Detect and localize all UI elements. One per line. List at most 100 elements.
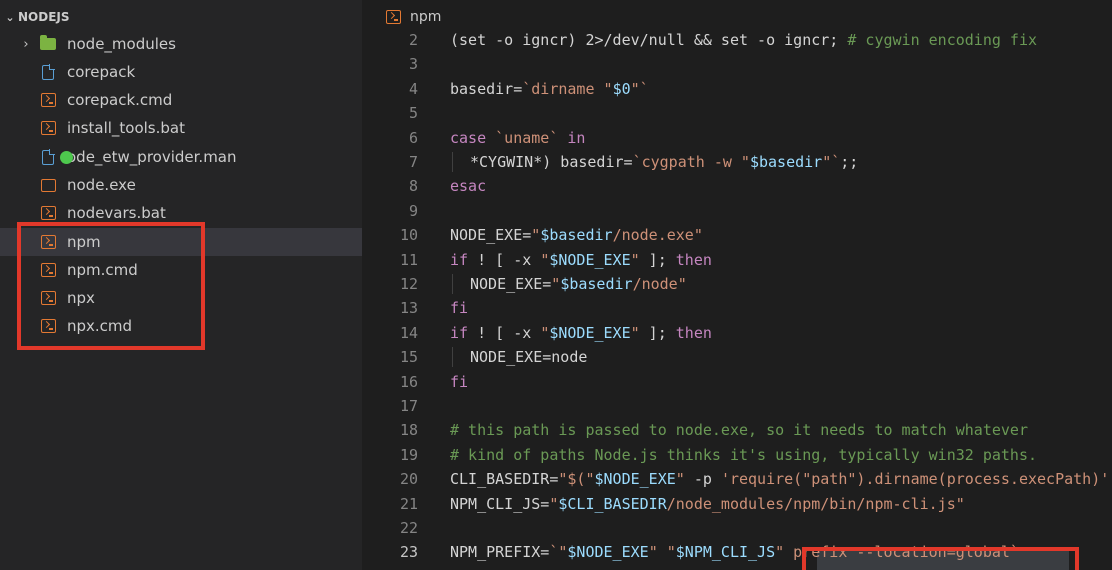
tree-item-label: npm.cmd xyxy=(67,261,138,279)
code-text: NODE_EXE="$basedir/node.exe" xyxy=(450,226,703,244)
code-token: -p xyxy=(684,470,721,489)
code-token: $CLI_BASEDIR xyxy=(558,494,667,513)
code-token: $0 xyxy=(612,79,631,98)
tree-item[interactable]: install_tools.bat xyxy=(0,114,362,142)
code-token: NPM_PREFIX= xyxy=(450,543,550,562)
line-number: 19 xyxy=(399,445,418,464)
code-line[interactable]: 5 xyxy=(362,101,1112,125)
tree-item[interactable]: ode_etw_provider.man xyxy=(0,143,362,171)
tab-label: npm xyxy=(410,9,442,25)
code-line[interactable]: 4 basedir=`dirname "$0"` xyxy=(362,77,1112,101)
line-number: 8 xyxy=(408,177,418,196)
code-text: if ! [ -x "$NODE_EXE" ]; then xyxy=(450,251,712,269)
code-token: ;; xyxy=(840,153,859,171)
code-text: esac xyxy=(450,177,486,195)
code-token: fi xyxy=(450,299,469,318)
code-line[interactable]: 20 CLI_BASEDIR="$("$NODE_EXE" -p 'require… xyxy=(362,467,1112,491)
code-token: # this path is passed to node.exe, so it… xyxy=(450,421,1028,440)
code-token: then xyxy=(675,323,712,342)
tree-item[interactable]: corepack xyxy=(0,58,362,86)
code-token: then xyxy=(675,250,712,269)
section-title: NODEJS xyxy=(18,10,70,24)
code-token: if xyxy=(450,250,469,269)
tree-item-label: npx.cmd xyxy=(67,317,133,335)
code-token: $NODE_EXE xyxy=(567,543,649,562)
code-line[interactable]: 9 xyxy=(362,199,1112,223)
code-line[interactable]: 22 xyxy=(362,516,1112,540)
code-token: $basedir xyxy=(560,275,633,293)
line-number: 3 xyxy=(408,55,418,74)
code-token: in xyxy=(567,128,586,147)
code-token: /node_modules/npm/bin/npm-cli.js" xyxy=(666,494,965,513)
code-line[interactable]: 6 case `uname` in xyxy=(362,126,1112,150)
code-token: case xyxy=(450,128,487,147)
code-token: NPM_CLI_JS= xyxy=(450,494,550,513)
explorer-section-header[interactable]: ⌄ NODEJS xyxy=(0,6,362,28)
code-line[interactable]: 16 fi xyxy=(362,370,1112,394)
indent-guide xyxy=(452,152,453,172)
chevron-right-icon[interactable]: › xyxy=(20,37,32,52)
editor-breadcrumb[interactable]: npm xyxy=(384,6,441,28)
exe-icon xyxy=(39,176,57,194)
line-number: 2 xyxy=(408,31,418,49)
tree-item[interactable]: npm xyxy=(0,228,362,256)
code-line[interactable]: 19 # kind of paths Node.js thinks it's us… xyxy=(362,443,1112,467)
code-text: NODE_EXE="$basedir/node" xyxy=(470,275,687,293)
code-text: NPM_CLI_JS="$CLI_BASEDIR/node_modules/np… xyxy=(450,495,965,513)
code-line[interactable]: 11 if ! [ -x "$NODE_EXE" ]; then xyxy=(362,248,1112,272)
code-line[interactable]: 8 esac xyxy=(362,174,1112,198)
tree-item-label: npx xyxy=(67,289,95,307)
tree-item[interactable]: node.exe xyxy=(0,171,362,199)
code-line[interactable]: 10 NODE_EXE="$basedir/node.exe" xyxy=(362,223,1112,247)
explorer-sidebar: ⌄ NODEJS › node_modules corepack corepack.c… xyxy=(0,0,362,570)
code-editor[interactable]: npm 2 (set -o igncr) 2>/dev/null && set -… xyxy=(362,0,1112,570)
line-number: 4 xyxy=(408,79,418,98)
code-token: " xyxy=(675,470,685,489)
code-token: "` xyxy=(822,153,841,171)
code-line[interactable]: 13 fi xyxy=(362,296,1112,320)
code-line[interactable]: 18 # this path is passed to node.exe, so … xyxy=(362,418,1112,442)
vscode-window: ⌄ NODEJS › node_modules corepack corepack.c… xyxy=(0,0,1112,570)
tree-item-label: nodevars.bat xyxy=(67,204,166,222)
code-line[interactable]: 7 *CYGWIN*) basedir=`cygpath -w "$basedir… xyxy=(362,150,1112,174)
terminal-icon xyxy=(39,204,57,222)
code-token: *CYGWIN*) basedir= xyxy=(470,153,633,171)
code-text: # this path is passed to node.exe, so it… xyxy=(450,421,1028,439)
code-text: basedir=`dirname "$0"` xyxy=(450,80,649,98)
line-number: 11 xyxy=(399,250,418,269)
code-token: `dirname " xyxy=(522,79,613,98)
line-number: 13 xyxy=(399,299,418,318)
code-line[interactable]: 17 xyxy=(362,394,1112,418)
code-token: if xyxy=(450,323,469,342)
terminal-icon xyxy=(39,289,57,307)
line-number: 12 xyxy=(399,275,418,293)
line-number: 17 xyxy=(399,397,418,415)
line-number: 5 xyxy=(408,104,418,123)
code-line[interactable]: 12 NODE_EXE="$basedir/node" xyxy=(362,272,1112,296)
code-token: "` xyxy=(630,79,649,98)
code-line[interactable]: 21 NPM_CLI_JS="$CLI_BASEDIR/node_modules/… xyxy=(362,492,1112,516)
tree-item-label: node.exe xyxy=(67,176,136,194)
code-line[interactable]: 15 NODE_EXE=node xyxy=(362,345,1112,369)
tree-item[interactable]: nodevars.bat xyxy=(0,199,362,227)
tree-item-label: npm xyxy=(67,233,101,251)
line-number: 20 xyxy=(399,470,418,489)
tree-item[interactable]: npx xyxy=(0,284,362,312)
code-line[interactable]: 3 xyxy=(362,52,1112,76)
terminal-icon xyxy=(384,8,402,26)
line-number: 23 xyxy=(399,543,418,562)
code-text: case `uname` in xyxy=(450,129,585,147)
tree-item[interactable]: corepack.cmd xyxy=(0,86,362,114)
line-number: 16 xyxy=(399,372,418,391)
line-number: 10 xyxy=(399,226,418,245)
code-token: # kind of paths Node.js thinks it's usin… xyxy=(450,445,1037,464)
code-line[interactable]: 14 if ! [ -x "$NODE_EXE" ]; then xyxy=(362,321,1112,345)
code-token: /node" xyxy=(632,275,687,293)
terminal-icon xyxy=(39,317,57,335)
code-line[interactable]: 2 (set -o igncr) 2>/dev/null && set -o ig… xyxy=(362,28,1112,52)
tree-item[interactable]: npx.cmd xyxy=(0,312,362,340)
code-line[interactable]: 23 NPM_PREFIX=`"$NODE_EXE" "$NPM_CLI_JS" … xyxy=(362,540,1112,564)
tree-item[interactable]: npm.cmd xyxy=(0,256,362,284)
tree-item[interactable]: › node_modules xyxy=(0,30,362,58)
code-token: " xyxy=(630,250,640,269)
